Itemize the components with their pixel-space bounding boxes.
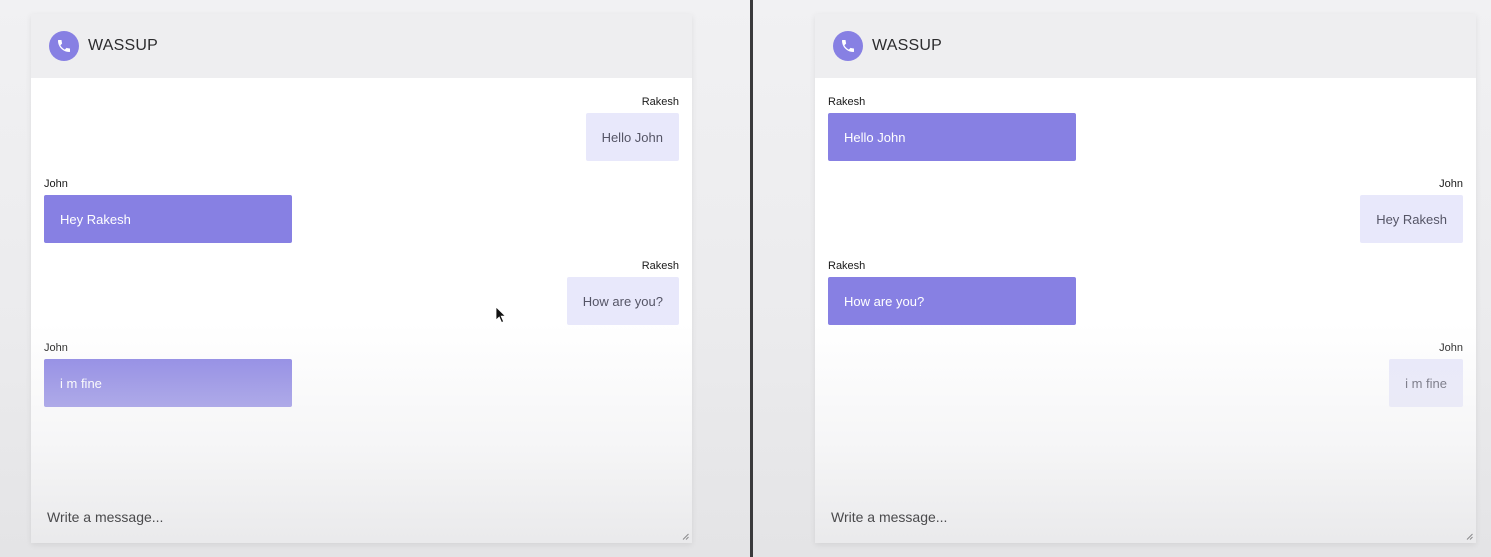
message-sender: John [1439,342,1463,354]
message-input[interactable] [31,493,692,543]
message-bubble: i m fine [44,359,292,407]
app-title: WASSUP [88,37,158,54]
message-item: Rakesh How are you? [566,260,679,325]
message-sender: Rakesh [641,96,679,108]
message-sender: John [44,342,68,354]
phone-icon-glyph [842,40,854,52]
message-item: Rakesh How are you? [828,260,1076,325]
message-item: Rakesh Hello John [585,96,679,161]
message-sender: John [1439,178,1463,190]
app-title: WASSUP [872,37,942,54]
phone-icon[interactable] [49,31,79,61]
resize-grip-icon[interactable] [1466,533,1473,540]
composer [31,493,692,543]
phone-icon-glyph [58,40,70,52]
desktop-stage: WASSUP Rakesh Hello John John Hey Rakesh… [0,0,1491,557]
message-list: Rakesh Hello John John Hey Rakesh Rakesh… [815,78,1476,498]
chat-header: WASSUP [815,14,1476,78]
message-bubble: Hello John [828,113,1076,161]
message-sender: John [44,178,68,190]
mouse-cursor-icon [495,306,507,324]
message-bubble: Hey Rakesh [1360,195,1463,243]
message-bubble: Hey Rakesh [44,195,292,243]
chat-header: WASSUP [31,14,692,78]
message-sender: Rakesh [828,96,866,108]
message-input[interactable] [815,493,1476,543]
message-sender: Rakesh [641,260,679,272]
message-sender: Rakesh [828,260,866,272]
resize-grip-icon[interactable] [682,533,689,540]
chat-window-right: WASSUP Rakesh Hello John John Hey Rakesh… [815,14,1476,543]
message-item: John i m fine [1389,342,1463,407]
split-divider[interactable] [750,0,753,557]
message-bubble: How are you? [566,277,679,325]
chat-window-left: WASSUP Rakesh Hello John John Hey Rakesh… [31,14,692,543]
message-item: John Hey Rakesh [1360,178,1463,243]
message-bubble: How are you? [828,277,1076,325]
phone-icon[interactable] [833,31,863,61]
message-item: Rakesh Hello John [828,96,1076,161]
message-bubble: i m fine [1389,359,1463,407]
composer [815,493,1476,543]
message-item: John Hey Rakesh [44,178,292,243]
message-bubble: Hello John [585,113,679,161]
message-list: Rakesh Hello John John Hey Rakesh Rakesh… [31,78,692,498]
message-item: John i m fine [44,342,292,407]
